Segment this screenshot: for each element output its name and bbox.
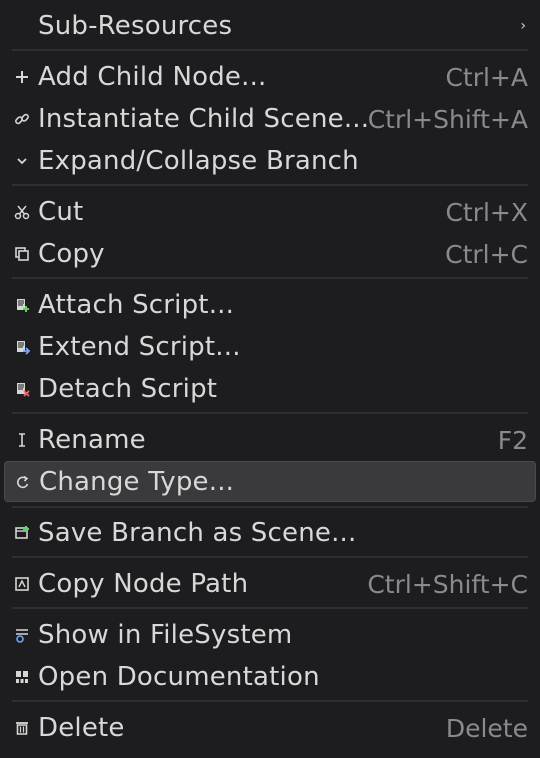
menu-item-shortcut: Ctrl+Shift+C (367, 569, 528, 599)
menu-item-instantiate-child-scene[interactable]: Instantiate Child Scene... Ctrl+Shift+A (4, 99, 536, 139)
save-scene-icon (12, 523, 32, 543)
menu-item-label: Save Branch as Scene... (38, 518, 357, 548)
menu-item-sub-resources[interactable]: Sub-Resources › (4, 6, 536, 46)
menu-item-copy[interactable]: Copy Ctrl+C (4, 234, 536, 274)
menu-item-shortcut: Ctrl+X (445, 197, 528, 227)
menu-item-label: Extend Script... (38, 332, 241, 362)
script-remove-icon (12, 379, 32, 399)
menu-item-label: Cut (38, 197, 84, 227)
menu-item-label: Copy Node Path (38, 569, 249, 599)
menu-item-label: Open Documentation (38, 662, 320, 692)
menu-item-change-type[interactable]: Change Type... (4, 461, 536, 502)
menu-separator (12, 412, 528, 414)
menu-item-label: Change Type... (39, 466, 235, 497)
menu-item-shortcut: Ctrl+Shift+A (367, 104, 528, 134)
menu-item-expand-collapse-branch[interactable]: Expand/Collapse Branch (4, 141, 536, 181)
chevron-down-icon (12, 151, 32, 171)
menu-item-detach-script[interactable]: Detach Script (4, 369, 536, 409)
menu-item-label: Instantiate Child Scene... (38, 104, 370, 134)
script-extend-icon (12, 337, 32, 357)
menu-item-label: Detach Script (38, 374, 218, 404)
menu-item-extend-script[interactable]: Extend Script... (4, 327, 536, 367)
rotate-icon (13, 472, 33, 492)
menu-separator (12, 556, 528, 558)
menu-separator (12, 49, 528, 51)
menu-separator (12, 184, 528, 186)
text-cursor-icon (12, 430, 32, 450)
context-menu: Sub-Resources › Add Child Node... Ctrl+A… (0, 0, 540, 758)
menu-separator (12, 700, 528, 702)
menu-item-shortcut: Ctrl+C (445, 239, 528, 269)
menu-item-label: Add Child Node... (38, 62, 267, 92)
scissors-icon (12, 202, 32, 222)
menu-separator (12, 277, 528, 279)
copy-path-icon (12, 574, 32, 594)
menu-item-save-branch-as-scene[interactable]: Save Branch as Scene... (4, 513, 536, 553)
menu-item-label: Rename (38, 425, 146, 455)
menu-separator (12, 607, 528, 609)
filesystem-icon (12, 625, 32, 645)
documentation-icon (12, 667, 32, 687)
menu-item-add-child-node[interactable]: Add Child Node... Ctrl+A (4, 57, 536, 97)
menu-item-shortcut: Delete (445, 713, 528, 743)
menu-item-label: Delete (38, 713, 125, 743)
menu-separator (12, 506, 528, 508)
link-icon (12, 109, 32, 129)
menu-item-copy-node-path[interactable]: Copy Node Path Ctrl+Shift+C (4, 564, 536, 604)
menu-item-open-documentation[interactable]: Open Documentation (4, 657, 536, 697)
plus-icon (12, 67, 32, 87)
menu-item-label: Attach Script... (38, 290, 235, 320)
menu-item-attach-script[interactable]: Attach Script... (4, 285, 536, 325)
menu-item-label: Show in FileSystem (38, 620, 293, 650)
menu-item-delete[interactable]: Delete Delete (4, 708, 536, 748)
menu-item-shortcut: F2 (497, 425, 528, 455)
submenu-arrow-icon: › (520, 18, 526, 34)
script-add-icon (12, 295, 32, 315)
menu-item-show-in-filesystem[interactable]: Show in FileSystem (4, 615, 536, 655)
copy-icon (12, 244, 32, 264)
menu-item-label: Sub-Resources (38, 11, 233, 41)
menu-item-rename[interactable]: Rename F2 (4, 420, 536, 460)
menu-item-label: Expand/Collapse Branch (38, 146, 359, 176)
menu-item-shortcut: Ctrl+A (445, 62, 528, 92)
menu-item-cut[interactable]: Cut Ctrl+X (4, 192, 536, 232)
trash-icon (12, 718, 32, 738)
menu-item-label: Copy (38, 239, 105, 269)
